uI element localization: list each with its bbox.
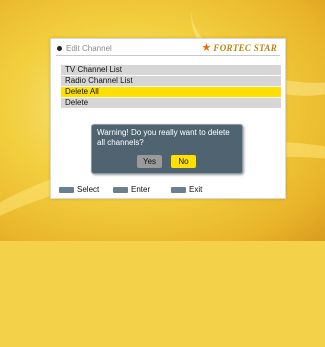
hint-select: Select — [59, 185, 99, 195]
star-icon: ★ — [201, 42, 212, 54]
footer-hints: Select Enter Exit — [59, 185, 279, 195]
menu-item-tv-channel-list[interactable]: TV Channel List — [61, 65, 281, 75]
title-bar: Edit Channel ★ FORTEC STAR — [57, 42, 279, 55]
divider — [56, 55, 280, 56]
menu-item-delete[interactable]: Delete — [61, 98, 281, 108]
menu-item-delete-all[interactable]: Delete All — [61, 87, 281, 97]
yes-button[interactable]: Yes — [137, 155, 162, 168]
hint-exit: Exit — [171, 185, 202, 195]
hint-enter: Enter — [113, 185, 150, 195]
menu-item-radio-channel-list[interactable]: Radio Channel List — [61, 76, 281, 86]
hint-enter-label: Enter — [131, 185, 151, 194]
bullet-icon — [57, 46, 62, 51]
select-key-icon — [59, 187, 74, 193]
hint-select-label: Select — [77, 185, 100, 194]
brand-logo: ★ FORTEC STAR — [202, 42, 277, 54]
dialog-message: Warning! Do you really want to delete al… — [97, 128, 230, 147]
channel-menu: TV Channel List Radio Channel List Delet… — [61, 65, 281, 109]
exit-key-icon — [171, 187, 186, 193]
edit-channel-panel: Edit Channel ★ FORTEC STAR TV Channel Li… — [50, 38, 286, 199]
no-button[interactable]: No — [171, 155, 196, 168]
enter-key-icon — [113, 187, 128, 193]
hint-exit-label: Exit — [189, 185, 203, 194]
page-title: Edit Channel — [66, 44, 112, 53]
delete-confirm-dialog: Warning! Do you really want to delete al… — [91, 124, 243, 174]
brand-name: FORTEC STAR — [213, 43, 277, 53]
